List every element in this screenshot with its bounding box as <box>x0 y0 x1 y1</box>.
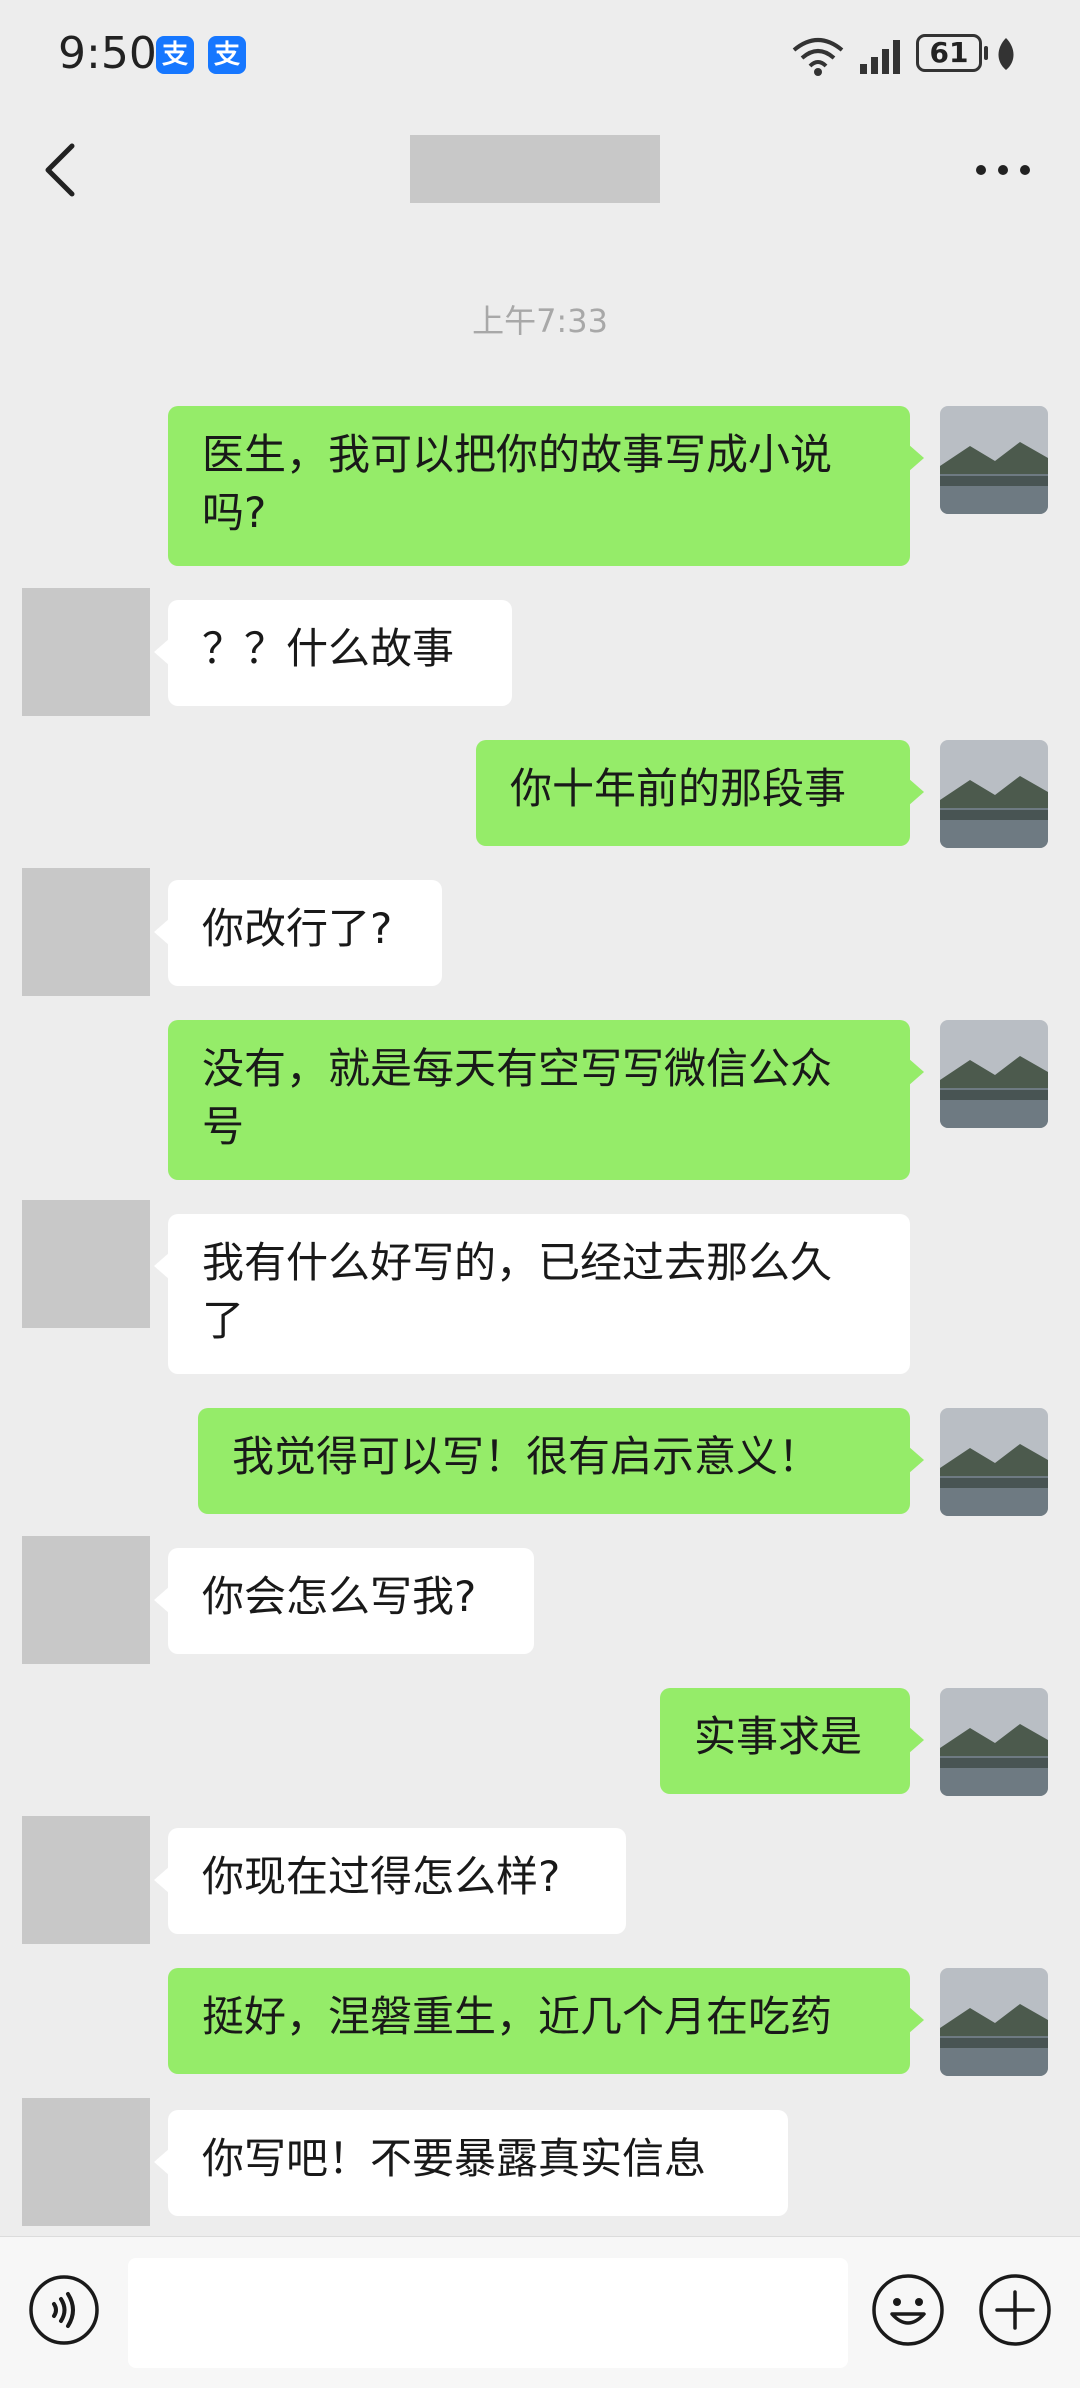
message-line: 医生，我可以把你的故事写成小说 <box>202 430 833 479</box>
voice-button[interactable] <box>28 2274 100 2346</box>
self-avatar[interactable] <box>940 740 1048 848</box>
status-time: 9:50 <box>58 28 157 79</box>
message-line: ？？什么故事 <box>202 624 455 673</box>
self-avatar[interactable] <box>940 406 1048 514</box>
self-avatar[interactable] <box>940 1688 1048 1796</box>
back-button[interactable] <box>36 140 92 200</box>
message-bubble-received[interactable]: 我有什么好写的，已经过去那么久 了 <box>154 1214 910 1374</box>
more-options-button[interactable] <box>970 150 1036 190</box>
contact-avatar[interactable] <box>22 2098 150 2226</box>
message-line: 了 <box>202 1296 245 1345</box>
message-bubble-sent[interactable]: 没有，就是每天有空写写微信公众 号 <box>168 1020 924 1180</box>
contact-avatar[interactable] <box>22 1536 150 1664</box>
alipay-icon: 支 <box>208 36 246 74</box>
battery-tip <box>984 46 988 60</box>
message-line: 你写吧！不要暴露真实信息 <box>202 2134 707 2183</box>
wifi-icon <box>792 38 844 76</box>
message-line: 挺好，涅磐重生，近几个月在吃药 <box>202 1992 833 2041</box>
alipay-icon: 支 <box>156 36 194 74</box>
message-bubble-sent[interactable]: 实事求是 <box>660 1688 924 1794</box>
message-bubble-received[interactable]: ？？什么故事 <box>154 600 512 706</box>
contact-avatar[interactable] <box>22 1816 150 1944</box>
message-bubble-sent[interactable]: 医生，我可以把你的故事写成小说 吗? <box>168 406 924 566</box>
message-line: 你会怎么写我? <box>202 1572 477 1621</box>
message-bubble-sent[interactable]: 挺好，涅磐重生，近几个月在吃药 <box>168 1968 924 2074</box>
contact-avatar[interactable] <box>22 588 150 716</box>
message-input[interactable] <box>128 2258 848 2368</box>
message-bubble-received[interactable]: 你现在过得怎么样? <box>154 1828 626 1934</box>
message-line: 没有，就是每天有空写写微信公众 <box>202 1044 833 1093</box>
message-bubble-received[interactable]: 你改行了? <box>154 880 442 986</box>
signal-icon <box>860 40 900 74</box>
leaf-icon <box>998 38 1014 70</box>
chat-title-redacted <box>410 135 660 203</box>
self-avatar[interactable] <box>940 1968 1048 2076</box>
battery-icon: 61 <box>916 34 982 72</box>
message-bubble-received[interactable]: 你写吧！不要暴露真实信息 <box>154 2110 788 2216</box>
message-line: 你十年前的那段事 <box>510 764 847 813</box>
message-line: 你现在过得怎么样? <box>202 1852 561 1901</box>
message-bubble-sent[interactable]: 你十年前的那段事 <box>476 740 924 846</box>
message-line: 吗? <box>202 488 267 537</box>
message-line: 我有什么好写的，已经过去那么久 <box>202 1238 833 1287</box>
emoji-button[interactable] <box>870 2272 946 2348</box>
message-line: 号 <box>202 1102 245 1151</box>
contact-avatar[interactable] <box>22 868 150 996</box>
message-bubble-received[interactable]: 你会怎么写我? <box>154 1548 534 1654</box>
message-line: 实事求是 <box>694 1712 863 1761</box>
self-avatar[interactable] <box>940 1408 1048 1516</box>
chat-timestamp: 上午7:33 <box>472 302 608 340</box>
message-line: 你改行了? <box>202 904 393 953</box>
battery-level: 61 <box>929 36 969 69</box>
message-line: 我觉得可以写！很有启示意义！ <box>232 1432 821 1481</box>
self-avatar[interactable] <box>940 1020 1048 1128</box>
contact-avatar[interactable] <box>22 1200 150 1328</box>
more-functions-button[interactable] <box>977 2272 1053 2348</box>
message-bubble-sent[interactable]: 我觉得可以写！很有启示意义！ <box>198 1408 924 1514</box>
